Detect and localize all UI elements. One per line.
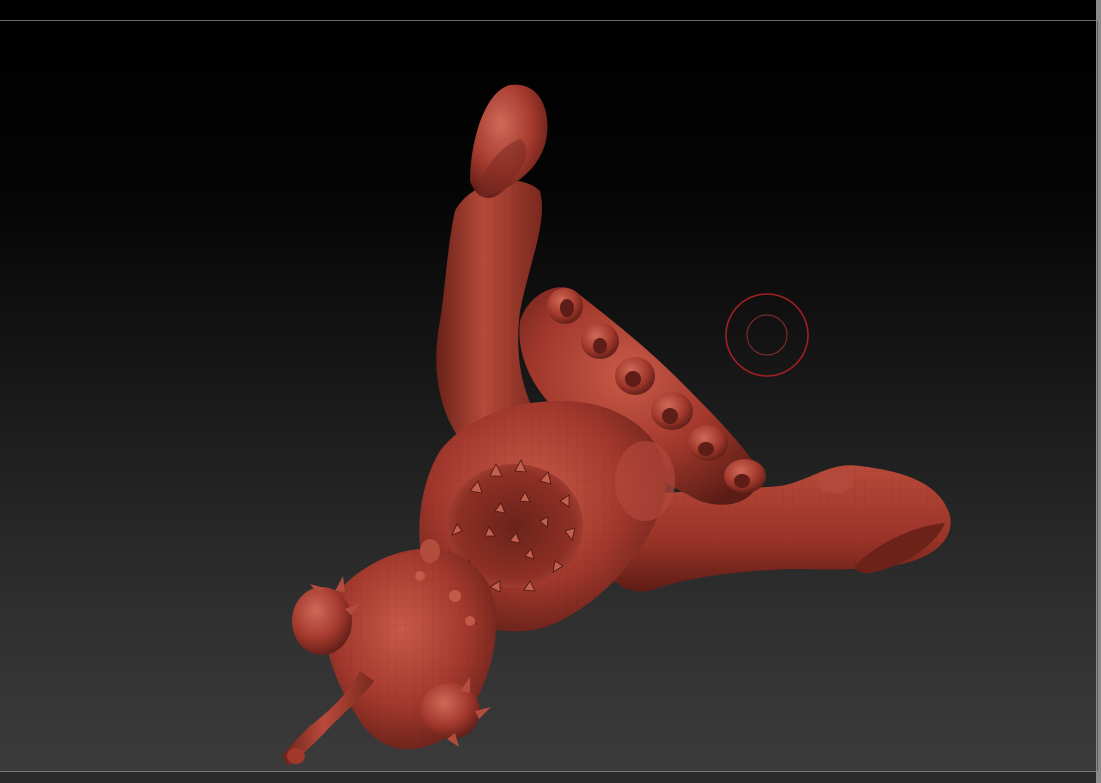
right-frame-inner-line (1097, 21, 1098, 771)
sculpted-creature-model[interactable] (0, 21, 1096, 771)
upper-limb (436, 84, 548, 451)
brush-circle-icon[interactable] (724, 292, 810, 378)
bottom-scroll-strip[interactable] (0, 772, 1096, 783)
lower-body (282, 539, 497, 766)
zbrush-canvas-window (0, 0, 1101, 783)
top-toolbar-strip (0, 0, 1101, 20)
document-viewport[interactable] (0, 21, 1096, 771)
